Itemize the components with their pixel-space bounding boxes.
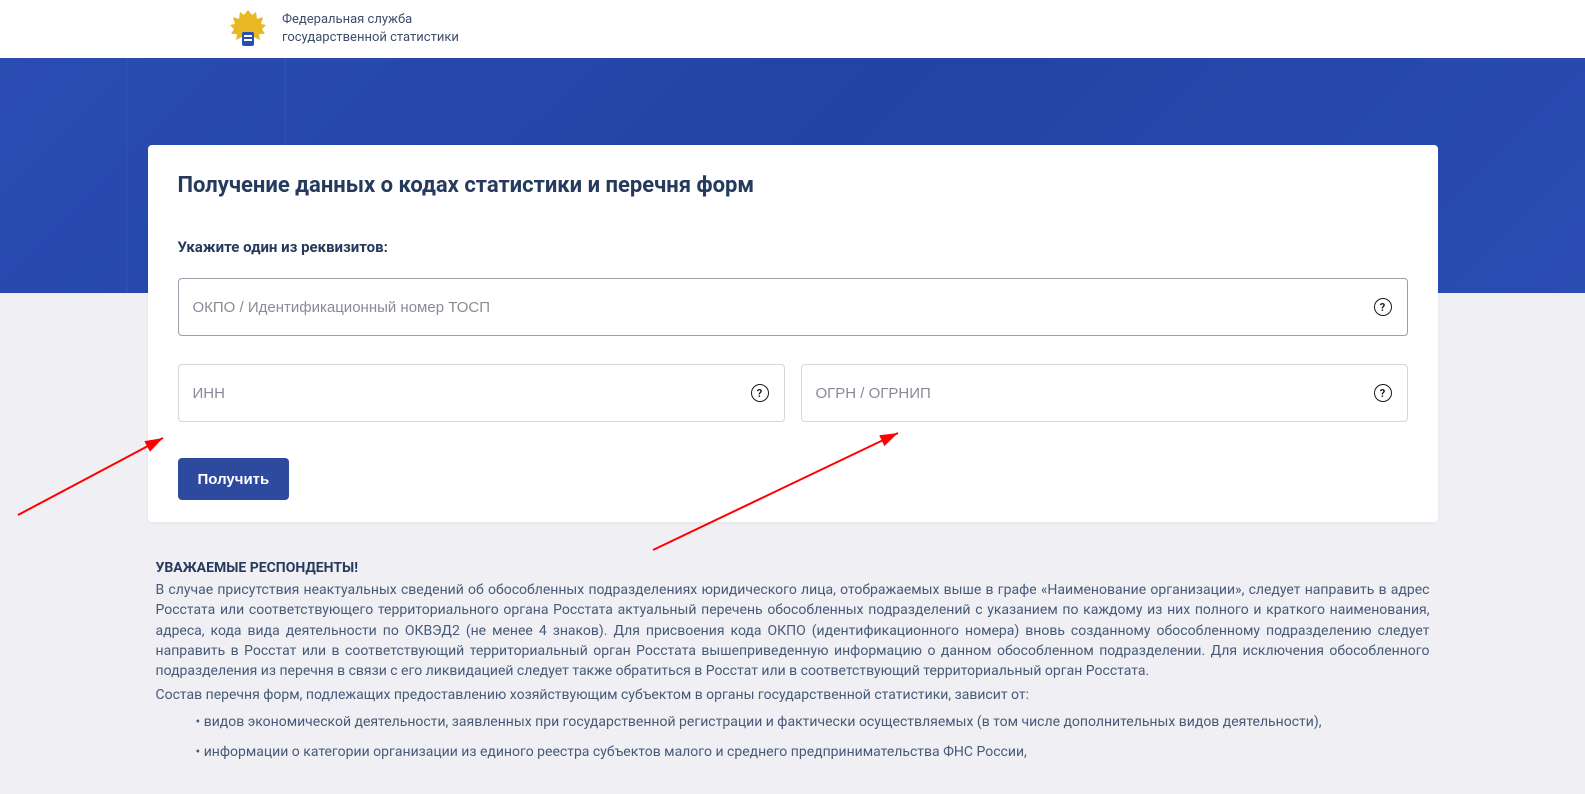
form-subtitle: Укажите один из реквизитов: bbox=[178, 238, 1408, 256]
submit-button[interactable]: Получить bbox=[178, 458, 290, 500]
notice-heading: УВАЖАЕМЫЕ РЕСПОНДЕНТЫ! bbox=[156, 560, 1430, 576]
list-item: информации о категории организации из ед… bbox=[196, 742, 1430, 762]
help-icon[interactable]: ? bbox=[1374, 384, 1392, 402]
help-icon[interactable]: ? bbox=[751, 384, 769, 402]
lookup-form-card: Получение данных о кодах статистики и пе… bbox=[148, 145, 1438, 522]
okpo-input[interactable] bbox=[178, 278, 1408, 336]
field-okpo-wrap: ? bbox=[178, 278, 1408, 336]
page-header: Федеральная служба государственной стати… bbox=[0, 0, 1585, 58]
notice-list: видов экономической деятельности, заявле… bbox=[196, 712, 1430, 763]
list-item: видов экономической деятельности, заявле… bbox=[196, 712, 1430, 732]
rosstat-emblem-icon bbox=[226, 7, 270, 51]
org-name-line1: Федеральная служба bbox=[282, 11, 459, 29]
logo-block: Федеральная служба государственной стати… bbox=[226, 7, 459, 51]
field-inn-wrap: ? bbox=[178, 364, 785, 422]
annotation-arrow-icon bbox=[13, 430, 173, 520]
page-title: Получение данных о кодах статистики и пе… bbox=[178, 173, 1408, 198]
inn-input[interactable] bbox=[178, 364, 785, 422]
annotation-arrow-icon bbox=[648, 425, 908, 555]
org-name: Федеральная служба государственной стати… bbox=[282, 11, 459, 46]
help-icon[interactable]: ? bbox=[1374, 298, 1392, 316]
field-ogrn-wrap: ? bbox=[801, 364, 1408, 422]
notice-paragraph: В случае присутствия неактуальных сведен… bbox=[156, 580, 1430, 681]
org-name-line2: государственной статистики bbox=[282, 29, 459, 47]
ogrn-input[interactable] bbox=[801, 364, 1408, 422]
notice-paragraph: Состав перечня форм, подлежащих предоста… bbox=[156, 685, 1430, 705]
notice-block: УВАЖАЕМЫЕ РЕСПОНДЕНТЫ! В случае присутст… bbox=[148, 560, 1438, 762]
field-row: ? ? bbox=[178, 364, 1408, 422]
